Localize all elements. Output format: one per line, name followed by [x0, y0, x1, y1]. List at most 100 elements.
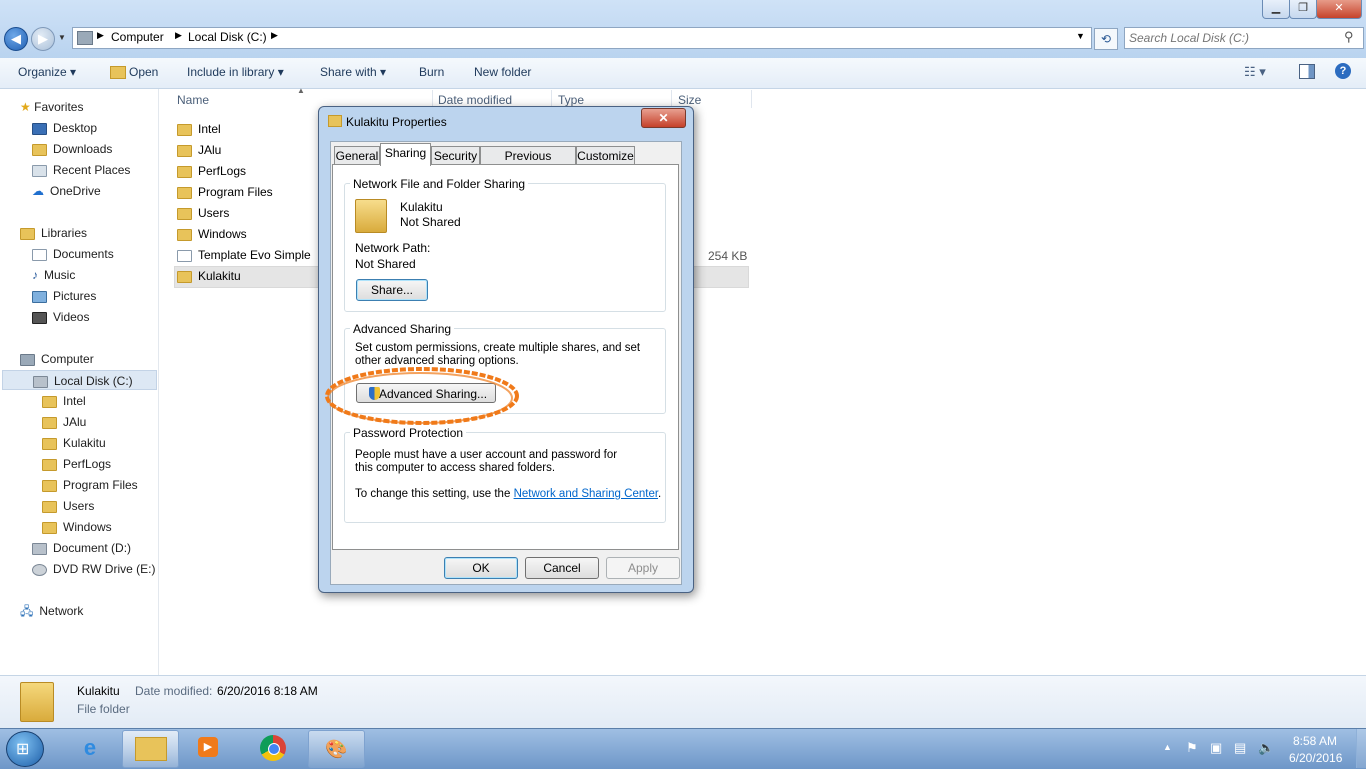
help-icon[interactable]: ?: [1335, 63, 1351, 79]
address-bar[interactable]: ▶ Computer ▶ Local Disk (C:) ▶ ▼: [72, 27, 1092, 49]
paint-icon[interactable]: 🎨: [308, 730, 365, 768]
action-center-icon[interactable]: ⚑: [1186, 740, 1198, 756]
computer-icon: [20, 353, 35, 366]
nav-pictures[interactable]: Pictures: [32, 286, 96, 306]
share-button[interactable]: Share...: [356, 279, 428, 301]
clock-date[interactable]: 6/20/2016: [1289, 751, 1342, 765]
recent-pages-dropdown[interactable]: ▼: [58, 33, 66, 42]
nav-sub-folder[interactable]: JAlu: [42, 412, 86, 432]
file-name: Program Files: [198, 185, 273, 199]
close-window-button[interactable]: ✕: [1316, 0, 1362, 19]
tab-previous-versions[interactable]: Previous Versions: [480, 146, 576, 181]
nav-music[interactable]: ♪ Music: [32, 265, 75, 285]
forward-button[interactable]: ▶: [31, 27, 55, 51]
list-item[interactable]: Program Files: [177, 182, 273, 202]
nav-sub-folder[interactable]: Users: [42, 496, 94, 516]
network-path-value: Not Shared: [355, 257, 416, 271]
breadcrumb-local-disk[interactable]: Local Disk (C:): [188, 30, 267, 44]
search-input[interactable]: [1127, 29, 1341, 47]
refresh-button[interactable]: ⟲: [1094, 28, 1118, 50]
nav-documents[interactable]: Documents: [32, 244, 114, 264]
chrome-icon[interactable]: [250, 731, 294, 765]
share-with-menu[interactable]: Share with ▾: [320, 65, 386, 79]
list-item[interactable]: JAlu: [177, 140, 221, 160]
list-item[interactable]: PerfLogs: [177, 161, 246, 181]
list-item[interactable]: Users: [177, 203, 229, 223]
open-button[interactable]: Open: [129, 65, 158, 79]
start-button[interactable]: ⊞: [6, 731, 44, 767]
nav-network[interactable]: 🖧 Network: [20, 601, 83, 621]
apply-button[interactable]: Apply: [606, 557, 680, 579]
new-folder-button[interactable]: New folder: [474, 65, 531, 79]
nav-sub-folder[interactable]: Windows: [42, 517, 112, 537]
volume-icon[interactable]: 🔈: [1258, 740, 1274, 756]
clock-time[interactable]: 8:58 AM: [1293, 734, 1337, 748]
nav-libraries[interactable]: Libraries: [20, 223, 87, 243]
media-player-icon[interactable]: ▶: [186, 731, 230, 765]
nav-label: Downloads: [53, 142, 113, 156]
nav-sub-folder[interactable]: PerfLogs: [42, 454, 111, 474]
column-divider[interactable]: [751, 90, 752, 108]
nav-videos[interactable]: Videos: [32, 307, 89, 327]
nav-favorites[interactable]: ★ Favorites: [20, 97, 83, 117]
list-item-selected[interactable]: Kulakitu: [177, 266, 241, 286]
search-icon[interactable]: ⚲: [1344, 29, 1354, 45]
organize-menu[interactable]: Organize ▾: [18, 65, 76, 79]
document-icon: [177, 249, 192, 262]
pictures-icon: [32, 290, 47, 303]
nav-desktop[interactable]: Desktop: [32, 118, 97, 138]
folder-icon: [177, 228, 192, 241]
ok-button[interactable]: OK: [444, 557, 518, 579]
show-desktop-button[interactable]: [1356, 729, 1366, 768]
list-item[interactable]: Intel: [177, 119, 221, 139]
computer-icon: [77, 31, 93, 45]
breadcrumb-computer[interactable]: Computer: [111, 30, 164, 44]
nav-label: Network: [39, 604, 84, 618]
cancel-button[interactable]: Cancel: [525, 557, 599, 579]
nav-sub-folder[interactable]: Intel: [42, 391, 86, 411]
nav-label: Intel: [63, 394, 86, 408]
nav-sub-folder[interactable]: Kulakitu: [42, 433, 106, 453]
preview-pane-icon[interactable]: [1299, 64, 1315, 79]
nav-label: Recent Places: [53, 163, 131, 177]
file-name: Template Evo Simple: [198, 248, 311, 262]
list-item[interactable]: Template Evo Simple: [177, 245, 311, 265]
column-header-size[interactable]: Size: [678, 93, 701, 107]
nav-downloads[interactable]: Downloads: [32, 139, 112, 159]
dialog-close-button[interactable]: ✕: [641, 108, 686, 128]
folder-name: Kulakitu: [400, 200, 443, 214]
include-in-library-menu[interactable]: Include in library ▾: [187, 65, 284, 79]
nav-sub-folder[interactable]: Program Files: [42, 475, 138, 495]
column-header-name[interactable]: Name: [177, 93, 209, 107]
search-box[interactable]: ⚲: [1124, 27, 1364, 49]
nav-computer[interactable]: Computer: [20, 349, 94, 369]
tab-security[interactable]: Security: [431, 146, 480, 165]
device-icon[interactable]: ▣: [1210, 740, 1222, 756]
back-button[interactable]: ◀: [4, 27, 28, 51]
nav-dvd-drive[interactable]: DVD RW Drive (E:) T: [32, 559, 158, 579]
nav-local-disk[interactable]: Local Disk (C:): [2, 370, 157, 390]
nav-label: Libraries: [41, 226, 88, 240]
address-dropdown-icon[interactable]: ▼: [1076, 31, 1085, 41]
column-header-date[interactable]: Date modified: [438, 93, 512, 107]
view-options-icon[interactable]: ☷ ▾: [1244, 64, 1266, 80]
column-header-type[interactable]: Type: [558, 93, 584, 107]
play-icon: ▶: [198, 737, 218, 757]
maximize-button[interactable]: ❐: [1289, 0, 1317, 19]
windows-logo-icon: ⊞: [16, 741, 30, 758]
nav-recent-places[interactable]: Recent Places: [32, 160, 130, 180]
show-hidden-icons[interactable]: ▲: [1163, 742, 1172, 752]
nav-document-d[interactable]: Document (D:): [32, 538, 131, 558]
internet-explorer-icon[interactable]: e: [68, 731, 112, 765]
highlight-circle: [325, 367, 519, 425]
network-sharing-center-link[interactable]: Network and Sharing Center: [514, 488, 658, 500]
tab-customize[interactable]: Customize: [576, 146, 635, 165]
burn-button[interactable]: Burn: [419, 65, 444, 79]
taskbar-explorer-button[interactable]: [122, 730, 179, 768]
minimize-button[interactable]: ▁: [1262, 0, 1290, 19]
list-item[interactable]: Windows: [177, 224, 247, 244]
tab-general[interactable]: General: [334, 146, 380, 165]
network-tray-icon[interactable]: ▤: [1234, 740, 1246, 756]
nav-onedrive[interactable]: ☁ OneDrive: [32, 181, 101, 201]
tab-sharing[interactable]: Sharing: [380, 143, 431, 166]
